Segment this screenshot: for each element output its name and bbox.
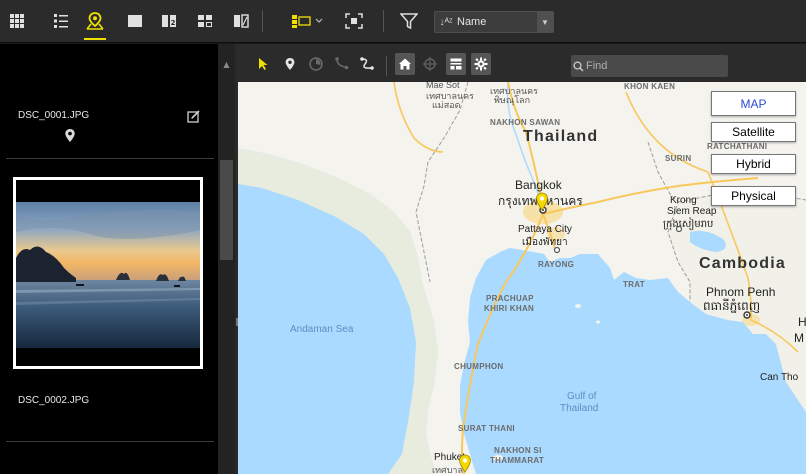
compare-view-icon[interactable] xyxy=(194,8,216,34)
map-label: SURAT THANI xyxy=(458,424,515,433)
map-label: Andaman Sea xyxy=(290,324,354,335)
map-label: Thailand xyxy=(560,403,599,414)
map-type-map-button[interactable]: MAP xyxy=(711,91,796,116)
split-view-icon[interactable] xyxy=(230,8,252,34)
photo-thumbnail[interactable] xyxy=(13,177,203,369)
map-view-icon[interactable] xyxy=(84,8,106,34)
thumbnail-filename: DSC_0001.JPG xyxy=(18,110,90,121)
path-edit-icon[interactable] xyxy=(358,53,376,75)
map-type-hybrid-button[interactable]: Hybrid xyxy=(711,154,796,174)
map-view[interactable]: Mae Sot เทศบาลนคร แม่สอด เทศบาลนคร พิษณุ… xyxy=(238,82,806,474)
map-label: Thailand xyxy=(523,128,599,145)
filter-icon[interactable] xyxy=(398,8,420,34)
thumbnail-divider xyxy=(6,158,214,159)
map-type-satellite-button[interactable]: Satellite xyxy=(711,122,796,142)
thumbnail-divider xyxy=(6,441,214,442)
single-view-icon[interactable] xyxy=(124,8,146,34)
map-label: RAYONG xyxy=(538,260,575,269)
map-label: Pattaya City xyxy=(518,224,572,235)
map-label: KHIRI KHAN xyxy=(484,304,535,313)
map-type-physical-button[interactable]: Physical xyxy=(711,186,796,206)
city-dot-icon xyxy=(743,311,751,319)
city-dot-icon xyxy=(553,246,561,254)
map-label: PRACHUAP xyxy=(486,294,534,303)
map-label: TRAT xyxy=(623,280,645,289)
thumbnail-filename: DSC_0002.JPG xyxy=(18,395,90,406)
map-label: พิษณุโลก xyxy=(494,95,531,105)
map-label: NAKHON SI xyxy=(494,446,542,455)
map-label: H xyxy=(798,315,806,329)
active-view-indicator xyxy=(84,38,106,40)
find-input[interactable] xyxy=(586,60,728,72)
map-label: Bangkok xyxy=(515,178,562,192)
main-toolbar: 2 ↓ᴬᶻ Name ▼ xyxy=(0,0,806,43)
map-label: Can Tho xyxy=(760,372,799,383)
map-label: ក្រុងសៀមរាប xyxy=(663,219,714,230)
settings-icon[interactable] xyxy=(471,53,491,75)
photo-location-marker[interactable] xyxy=(535,192,549,212)
panel-layout-icon[interactable] xyxy=(290,8,326,34)
map-label: Siem Reap xyxy=(667,206,717,217)
route-icon[interactable] xyxy=(333,53,351,75)
map-label: NAKHON SAWAN xyxy=(490,118,561,127)
place-pin-icon[interactable] xyxy=(282,53,298,75)
info-panel-icon[interactable] xyxy=(446,53,466,75)
map-label: THAMMARAT xyxy=(490,456,545,465)
map-label: KHON KAEN xyxy=(624,82,676,91)
search-icon xyxy=(571,60,586,72)
map-label: Phnom Penh xyxy=(706,285,776,299)
toolbar-separator xyxy=(262,10,263,32)
fullscreen-icon[interactable] xyxy=(343,8,365,34)
home-icon[interactable] xyxy=(395,53,415,75)
photo-location-marker[interactable] xyxy=(458,454,472,474)
map-label: M xyxy=(794,331,804,345)
map-label: Cambodia xyxy=(699,255,786,272)
grid-view-icon[interactable] xyxy=(6,8,28,34)
scrollbar-thumb[interactable] xyxy=(220,160,233,260)
locate-icon[interactable] xyxy=(420,53,440,75)
city-dot-icon xyxy=(675,225,683,233)
map-label: แม่สอด xyxy=(432,100,461,110)
svg-text:2: 2 xyxy=(171,19,176,27)
map-label: CHUMPHON xyxy=(454,362,504,371)
sort-order-icon: ↓ᴬᶻ xyxy=(439,16,453,28)
track-log-icon[interactable] xyxy=(307,53,325,75)
select-arrow-icon[interactable] xyxy=(255,53,271,75)
sort-label: Name xyxy=(457,16,487,28)
map-label: SURIN xyxy=(665,154,692,163)
sort-dropdown[interactable]: ↓ᴬᶻ Name ▼ xyxy=(434,11,554,33)
map-label: RATCHATHANI xyxy=(707,142,768,151)
list-view-icon[interactable] xyxy=(50,8,72,34)
map-label: Gulf of xyxy=(567,391,597,402)
chevron-down-icon: ▼ xyxy=(537,12,553,32)
two-up-view-icon[interactable]: 2 xyxy=(158,8,180,34)
find-search-box[interactable] xyxy=(571,55,728,77)
map-label: Krong xyxy=(670,195,697,206)
location-pin-icon xyxy=(64,128,76,148)
toolbar-separator xyxy=(383,10,384,32)
scroll-up-icon[interactable]: ▲ xyxy=(218,58,235,71)
toolbar-separator xyxy=(386,56,387,76)
edited-icon xyxy=(187,108,201,127)
